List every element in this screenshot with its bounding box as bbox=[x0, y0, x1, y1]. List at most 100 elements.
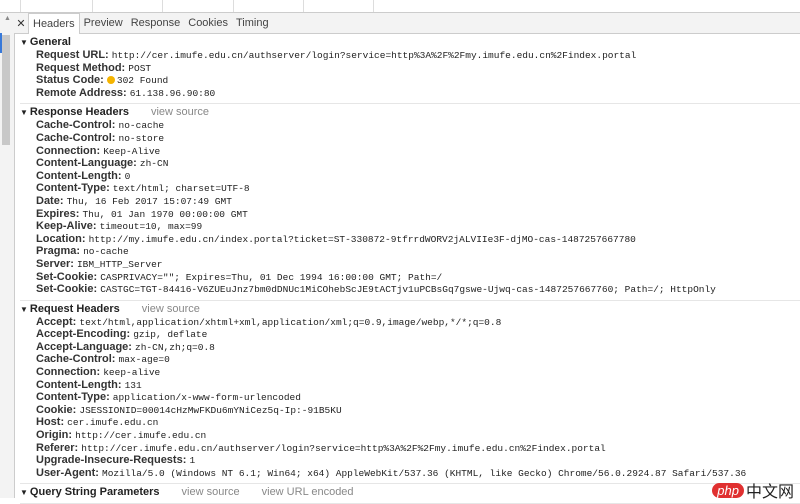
view-source-link[interactable]: view source bbox=[182, 486, 240, 498]
watermark-text: 中文网 bbox=[745, 484, 794, 501]
header-value: JSESSIONID=00014cHzMwFKDu6mYNiCez5q-Ip:-… bbox=[79, 404, 342, 416]
header-name: Status Code: bbox=[36, 74, 104, 87]
header-row: Cache-Control: no-store bbox=[20, 132, 800, 145]
header-name: Cookie: bbox=[36, 403, 77, 416]
header-row: Keep-Alive: timeout=10, max=99 bbox=[20, 220, 800, 233]
header-row: Content-Type: application/x-www-form-url… bbox=[20, 391, 800, 404]
header-row: Location: http://my.imufe.edu.cn/index.p… bbox=[20, 233, 800, 246]
headers-panel: ▼ General Request URL: http://cer.imufe.e… bbox=[20, 34, 800, 504]
header-name: Set-Cookie: bbox=[36, 283, 98, 296]
header-name: Date: bbox=[36, 194, 64, 207]
header-name: Referer: bbox=[36, 441, 79, 454]
header-row: Content-Type: text/html; charset=UTF-8 bbox=[20, 182, 800, 195]
header-name: Upgrade-Insecure-Requests: bbox=[36, 454, 187, 467]
view-source-link[interactable]: view source bbox=[142, 303, 200, 315]
header-name: Cache-Control: bbox=[36, 119, 116, 132]
header-row: Connection: keep-alive bbox=[20, 366, 800, 379]
header-row: Host: cer.imufe.edu.cn bbox=[20, 416, 800, 429]
section-title: Response Headers bbox=[29, 106, 129, 119]
tab-timing[interactable]: Timing bbox=[232, 13, 273, 33]
query-string-section: ▼ Query String Parameters view source view … bbox=[20, 486, 800, 504]
header-row: Connection: Keep-Alive bbox=[20, 145, 800, 158]
tab-preview[interactable]: Preview bbox=[80, 13, 127, 33]
header-row: Upgrade-Insecure-Requests: 1 bbox=[20, 454, 800, 467]
query-string-toggle[interactable]: ▼ Query String Parameters view source view … bbox=[20, 486, 800, 499]
header-value: zh-CN,zh;q=0.8 bbox=[135, 341, 215, 353]
header-name: Accept-Encoding: bbox=[36, 328, 131, 341]
tab-response[interactable]: Response bbox=[127, 13, 185, 33]
response-headers-toggle[interactable]: ▼ Response Headers view source bbox=[20, 106, 800, 119]
section-title: Request Headers bbox=[29, 302, 120, 315]
header-value: 1 bbox=[189, 455, 196, 467]
header-value: CASPRIVACY=""; Expires=Thu, 01 Dec 1994 … bbox=[100, 271, 443, 283]
tab-headers[interactable]: Headers bbox=[28, 12, 80, 34]
header-row: Accept-Language: zh-CN,zh;q=0.8 bbox=[20, 341, 800, 354]
request-headers-section: ▼ Request Headers view source Accept: text… bbox=[20, 303, 800, 485]
header-name: Accept-Language: bbox=[36, 340, 132, 353]
watermark-php: php bbox=[712, 482, 744, 498]
view-source-link[interactable]: view source bbox=[151, 106, 209, 118]
header-value: timeout=10, max=99 bbox=[99, 221, 203, 233]
header-row: Set-Cookie: CASTGC=TGT-84416-V6ZUEuJnz7b… bbox=[20, 283, 800, 296]
header-name: Request URL: bbox=[36, 49, 109, 61]
header-value: Thu, 16 Feb 2017 15:07:49 GMT bbox=[66, 195, 232, 207]
header-row: Pragma: no-cache bbox=[20, 245, 800, 258]
header-row: Expires: Thu, 01 Jan 1970 00:00:00 GMT bbox=[20, 208, 800, 221]
header-row: Server: IBM_HTTP_Server bbox=[20, 258, 800, 271]
header-value: Keep-Alive bbox=[103, 145, 161, 157]
general-toggle[interactable]: ▼ General bbox=[20, 36, 800, 49]
watermark-logo: php 中文网 bbox=[712, 478, 794, 502]
header-name: Content-Type: bbox=[36, 182, 110, 195]
header-row: Status Code: 302 Found bbox=[20, 74, 800, 87]
details-tabbar: ✕ Headers Preview Response Cookies Timin… bbox=[14, 12, 800, 34]
header-value: max-age=0 bbox=[118, 354, 170, 366]
header-row: User-Agent: Mozilla/5.0 (Windows NT 6.1;… bbox=[20, 467, 800, 480]
header-value: http://cer.imufe.edu.cn/authserver/login… bbox=[81, 442, 606, 454]
header-name: Accept: bbox=[36, 315, 77, 328]
header-row: Request Method: POST bbox=[20, 62, 800, 75]
header-value: cer.imufe.edu.cn bbox=[67, 417, 159, 429]
tab-cookies[interactable]: Cookies bbox=[184, 13, 232, 33]
scroll-up-icon[interactable]: ▲ bbox=[4, 15, 11, 22]
status-dot-icon bbox=[106, 76, 115, 85]
header-name: Content-Length: bbox=[36, 169, 122, 182]
header-value: 302 Found bbox=[116, 75, 169, 87]
header-name: Location: bbox=[36, 232, 86, 245]
header-name: Content-Length: bbox=[36, 378, 122, 391]
expand-triangle-icon: ▼ bbox=[20, 488, 28, 498]
header-name: Cache-Control: bbox=[36, 131, 116, 144]
header-value: zh-CN bbox=[139, 158, 169, 170]
header-name: Content-Language: bbox=[36, 157, 137, 170]
header-value: http://my.imufe.edu.cn/index.portal?tick… bbox=[88, 233, 636, 245]
header-row: Date: Thu, 16 Feb 2017 15:07:49 GMT bbox=[20, 195, 800, 208]
request-list-pane[interactable]: ▲ bbox=[0, 13, 15, 498]
header-value: text/html,application/xhtml+xml,applicat… bbox=[79, 316, 502, 328]
header-value: application/x-www-form-urlencoded bbox=[112, 392, 301, 404]
header-value: Thu, 01 Jan 1970 00:00:00 GMT bbox=[82, 208, 248, 220]
view-url-encoded-link[interactable]: view URL encoded bbox=[262, 486, 354, 498]
header-row: Referer: http://cer.imufe.edu.cn/authser… bbox=[20, 442, 800, 455]
header-row: Accept: text/html,application/xhtml+xml,… bbox=[20, 316, 800, 329]
scrollbar-thumb[interactable] bbox=[2, 35, 10, 145]
header-row: Cache-Control: no-cache bbox=[20, 119, 800, 132]
header-value: POST bbox=[128, 62, 152, 74]
header-row: Set-Cookie: CASPRIVACY=""; Expires=Thu, … bbox=[20, 271, 800, 284]
header-name: Host: bbox=[36, 416, 65, 429]
header-value: text/html; charset=UTF-8 bbox=[112, 183, 250, 195]
header-row: Content-Length: 131 bbox=[20, 379, 800, 392]
header-row: Cookie: JSESSIONID=00014cHzMwFKDu6mYNiCe… bbox=[20, 404, 800, 417]
header-row: Remote Address: 61.138.96.90:80 bbox=[20, 87, 800, 100]
header-name: Origin: bbox=[36, 429, 73, 442]
header-row: Accept-Encoding: gzip, deflate bbox=[20, 328, 800, 341]
header-row: Cache-Control: max-age=0 bbox=[20, 353, 800, 366]
section-title: General bbox=[29, 36, 71, 48]
close-icon[interactable]: ✕ bbox=[14, 17, 28, 30]
request-headers-toggle[interactable]: ▼ Request Headers view source bbox=[20, 303, 800, 316]
header-name: Remote Address: bbox=[36, 86, 127, 99]
header-row: Request URL: http://cer.imufe.edu.cn/aut… bbox=[20, 49, 800, 62]
network-columns-header bbox=[0, 0, 800, 13]
header-row: Content-Length: 0 bbox=[20, 170, 800, 183]
header-row: Content-Language: zh-CN bbox=[20, 157, 800, 170]
header-value: Mozilla/5.0 (Windows NT 6.1; Win64; x64)… bbox=[102, 467, 747, 479]
header-value: http://cer.imufe.edu.cn bbox=[75, 430, 207, 442]
